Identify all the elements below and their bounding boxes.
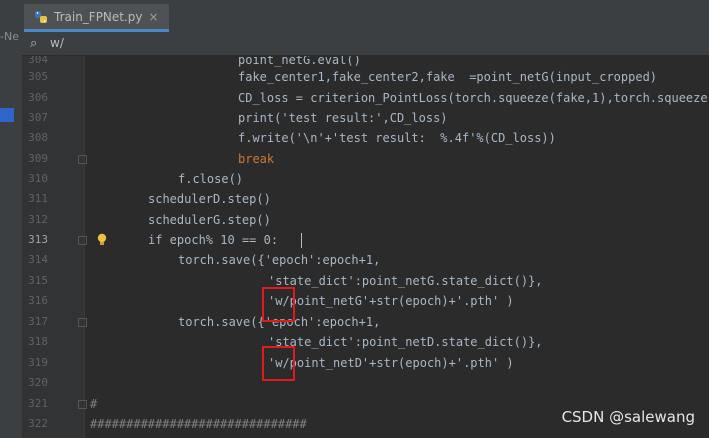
highlight-box-w-prefix-netG bbox=[262, 287, 295, 322]
editor-tab-bar: Train_FPNet.py × bbox=[22, 0, 709, 34]
code-text: fake_center1,fake_center2,fake =point_ne… bbox=[238, 70, 658, 84]
line-number: 315 bbox=[28, 274, 48, 287]
line-number: 316 bbox=[28, 294, 48, 307]
code-line: 309 break bbox=[0, 149, 687, 169]
search-icon[interactable]: ⌕ bbox=[30, 36, 37, 51]
code-text: torch.save({'epoch':epoch+1, bbox=[178, 253, 381, 267]
code-text: 'state_dict':point_netD.state_dict()}, bbox=[268, 335, 543, 349]
line-number: 311 bbox=[28, 192, 48, 205]
code-text: 'w/point_netD'+str(epoch)+'.pth' ) bbox=[268, 356, 514, 370]
code-text: print('test result:',CD_loss) bbox=[238, 111, 448, 125]
line-number: 305 bbox=[28, 70, 48, 83]
code-line: 312 schedulerG.step() bbox=[0, 210, 687, 230]
code-line: 315 'state_dict':point_netG.state_dict()… bbox=[0, 271, 687, 291]
code-text: f.close() bbox=[178, 172, 244, 186]
line-number: 307 bbox=[28, 111, 48, 124]
code-line: 307 print('test result:',CD_loss) bbox=[0, 108, 687, 128]
code-line: 308 f.write('\n'+'test result: %.4f'%(CD… bbox=[0, 128, 687, 148]
tab-train-fpnet[interactable]: Train_FPNet.py × bbox=[24, 4, 169, 32]
code-editor[interactable]: 304 point_netG.eval() 305 fake_center1,f… bbox=[0, 56, 709, 438]
line-number: 308 bbox=[28, 131, 48, 144]
code-text: CD_loss = criterion_PointLoss(torch.sque… bbox=[238, 91, 708, 105]
code-text: schedulerG.step() bbox=[148, 213, 271, 227]
code-text: break bbox=[238, 152, 275, 166]
code-line: 316 'w/point_netG'+str(epoch)+'.pth' ) bbox=[0, 291, 687, 311]
line-number: 314 bbox=[28, 253, 48, 266]
search-input[interactable]: w/ bbox=[50, 36, 64, 50]
code-text: 'state_dict':point_netG.state_dict()}, bbox=[268, 274, 543, 288]
highlight-box-w-prefix-netD bbox=[262, 346, 295, 381]
line-number: 318 bbox=[28, 335, 48, 348]
line-number: 309 bbox=[28, 152, 48, 165]
line-number: 322 bbox=[28, 417, 48, 430]
line-number: 321 bbox=[28, 397, 48, 410]
fold-marker-icon[interactable] bbox=[78, 400, 87, 409]
code-text: if epoch% 10 == 0: bbox=[148, 233, 279, 247]
text-caret bbox=[301, 233, 302, 248]
code-line: 314 torch.save({'epoch':epoch+1, bbox=[0, 250, 687, 270]
line-number: 312 bbox=[28, 213, 48, 226]
close-icon[interactable]: × bbox=[149, 10, 159, 24]
code-line-current: 313 if epoch% 10 == 0: bbox=[0, 230, 687, 250]
project-panel-label: -Ne bbox=[0, 30, 19, 43]
code-line: 318 'state_dict':point_netD.state_dict()… bbox=[0, 332, 687, 352]
line-number: 306 bbox=[28, 91, 48, 104]
code-text: ############################## bbox=[90, 417, 307, 431]
line-number: 310 bbox=[28, 172, 48, 185]
code-line: 311 schedulerD.step() bbox=[0, 189, 687, 209]
code-line: 310 f.close() bbox=[0, 169, 687, 189]
watermark: CSDN @salewang bbox=[561, 408, 695, 426]
code-line: 306 CD_loss = criterion_PointLoss(torch.… bbox=[0, 88, 707, 108]
find-bar: ⌕ w/ bbox=[22, 33, 709, 56]
fold-marker-icon[interactable] bbox=[78, 155, 87, 164]
code-line: 320 bbox=[0, 373, 687, 393]
code-line: 305 fake_center1,fake_center2,fake =poin… bbox=[0, 67, 687, 87]
code-text: # bbox=[90, 397, 98, 411]
code-text: f.write('\n'+'test result: %.4f'%(CD_los… bbox=[238, 131, 556, 145]
line-number: 320 bbox=[28, 376, 48, 389]
line-number: 319 bbox=[28, 356, 48, 369]
code-line: 319 'w/point_netD'+str(epoch)+'.pth' ) bbox=[0, 353, 687, 373]
line-number: 317 bbox=[28, 315, 48, 328]
python-file-icon bbox=[35, 10, 47, 23]
lightbulb-icon[interactable] bbox=[96, 233, 108, 247]
line-number: 313 bbox=[28, 233, 48, 246]
code-line: 317 torch.save({'epoch':epoch+1, bbox=[0, 312, 687, 332]
fold-marker-icon[interactable] bbox=[78, 318, 87, 327]
code-text: 'w/point_netG'+str(epoch)+'.pth' ) bbox=[268, 294, 514, 308]
tab-title: Train_FPNet.py bbox=[54, 9, 143, 24]
fold-marker-icon[interactable] bbox=[78, 236, 87, 245]
code-text: schedulerD.step() bbox=[148, 192, 271, 206]
